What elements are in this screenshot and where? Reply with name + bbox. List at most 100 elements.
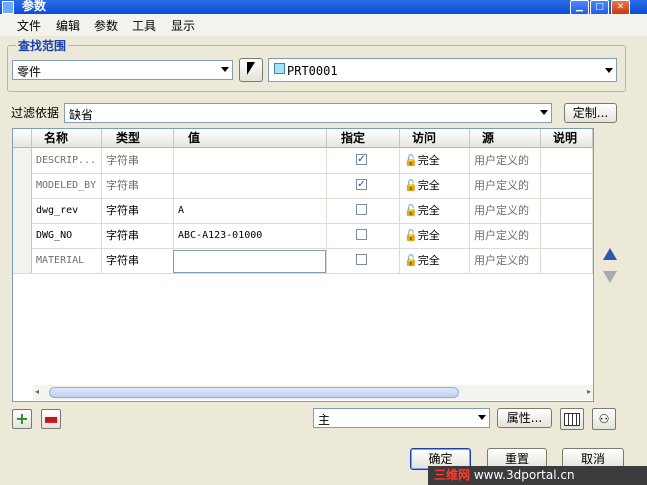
- move-up-icon[interactable]: [603, 248, 617, 260]
- row-selector[interactable]: [13, 148, 32, 173]
- search-button[interactable]: ⚇: [592, 408, 616, 430]
- horizontal-scrollbar[interactable]: ◂ ▸: [33, 385, 593, 400]
- minimize-button[interactable]: ▁: [570, 0, 589, 15]
- column-header-value[interactable]: 值: [174, 129, 327, 148]
- cell-source[interactable]: 用户定义的: [470, 248, 541, 273]
- cell-name[interactable]: MATERIAL: [32, 248, 102, 273]
- cell-desc[interactable]: [541, 198, 593, 223]
- scroll-right-icon[interactable]: ▸: [587, 387, 591, 396]
- cell-source[interactable]: 用户定义的: [470, 148, 541, 173]
- table-view-button[interactable]: [560, 408, 584, 430]
- cell-designated[interactable]: [327, 198, 400, 223]
- cell-name[interactable]: DESCRIP...: [32, 148, 102, 173]
- watermark-url: www.3dportal.cn: [473, 468, 575, 482]
- lock-icon: 🔓: [404, 179, 418, 192]
- app-icon: [2, 1, 14, 14]
- select-object-button[interactable]: [239, 58, 263, 82]
- table-row[interactable]: DESCRIP... 字符串 ✓ 🔓完全 用户定义的: [13, 148, 593, 174]
- cell-designated[interactable]: [327, 248, 400, 273]
- menu-bar: 文件 编辑 参数 工具 显示: [0, 14, 647, 36]
- cell-designated[interactable]: [327, 223, 400, 248]
- add-parameter-button[interactable]: +: [12, 409, 32, 429]
- filter-combo[interactable]: 缺省: [64, 103, 552, 123]
- pointer-icon: [247, 62, 255, 75]
- designate-checkbox[interactable]: ✓: [356, 179, 367, 190]
- chevron-down-icon: [605, 68, 613, 73]
- cell-desc[interactable]: [541, 148, 593, 173]
- row-selector[interactable]: [13, 248, 32, 273]
- cell-type[interactable]: 字符串: [102, 173, 174, 198]
- chevron-down-icon: [221, 67, 229, 72]
- move-down-icon[interactable]: [603, 271, 617, 283]
- scrollbar-thumb[interactable]: [49, 387, 459, 398]
- remove-parameter-button[interactable]: ▬: [41, 409, 61, 429]
- designate-checkbox[interactable]: [356, 229, 367, 240]
- table-row[interactable]: MODELED_BY 字符串 ✓ 🔓完全 用户定义的: [13, 173, 593, 199]
- scope-type-combo[interactable]: 零件: [12, 60, 233, 80]
- cell-value[interactable]: [174, 148, 327, 173]
- designate-checkbox[interactable]: ✓: [356, 154, 367, 165]
- cell-source[interactable]: 用户定义的: [470, 198, 541, 223]
- column-header-designate[interactable]: 指定: [327, 129, 400, 148]
- column-header-name[interactable]: 名称: [32, 129, 102, 148]
- row-selector[interactable]: [13, 198, 32, 223]
- cell-value[interactable]: [174, 173, 327, 198]
- scope-object-combo[interactable]: PRT0001: [268, 58, 617, 82]
- value-edit-field[interactable]: [173, 250, 326, 273]
- column-header-description[interactable]: 说明: [541, 129, 593, 148]
- column-header-access[interactable]: 访问: [400, 129, 470, 148]
- table-row[interactable]: dwg_rev 字符串 A 🔓完全 用户定义的: [13, 198, 593, 224]
- lock-icon: 🔓: [404, 154, 418, 167]
- main-combo[interactable]: 主: [313, 408, 490, 428]
- row-selector[interactable]: [13, 173, 32, 198]
- menu-file[interactable]: 文件: [17, 17, 41, 34]
- cell-name[interactable]: MODELED_BY: [32, 173, 102, 198]
- menu-edit[interactable]: 编辑: [56, 17, 80, 34]
- close-button[interactable]: ✕: [611, 0, 630, 15]
- plus-icon: +: [15, 409, 29, 428]
- lock-icon: 🔓: [404, 204, 418, 217]
- cell-designated[interactable]: ✓: [327, 148, 400, 173]
- cell-access[interactable]: 🔓完全: [400, 248, 470, 273]
- cell-value[interactable]: A: [174, 198, 327, 223]
- scope-group-label: 查找范围: [16, 37, 69, 54]
- menu-display[interactable]: 显示: [171, 17, 195, 34]
- minus-icon: ▬: [43, 409, 59, 428]
- cell-name[interactable]: dwg_rev: [32, 198, 102, 223]
- cell-desc[interactable]: [541, 223, 593, 248]
- cell-access[interactable]: 🔓完全: [400, 148, 470, 173]
- cell-type[interactable]: 字符串: [102, 198, 174, 223]
- cell-source[interactable]: 用户定义的: [470, 223, 541, 248]
- lock-icon: 🔓: [404, 229, 418, 242]
- cell-access[interactable]: 🔓完全: [400, 198, 470, 223]
- cell-desc[interactable]: [541, 248, 593, 273]
- column-header-source[interactable]: 源: [470, 129, 541, 148]
- menu-parameters[interactable]: 参数: [94, 17, 118, 34]
- main-value: 主: [318, 413, 331, 427]
- column-header-type[interactable]: 类型: [102, 129, 174, 148]
- menu-tools[interactable]: 工具: [132, 17, 156, 34]
- row-selector[interactable]: [13, 223, 32, 248]
- table-row[interactable]: DWG_NO 字符串 ABC-A123-01000 🔓完全 用户定义的: [13, 223, 593, 249]
- cell-desc[interactable]: [541, 173, 593, 198]
- cell-designated[interactable]: ✓: [327, 173, 400, 198]
- cell-access[interactable]: 🔓完全: [400, 223, 470, 248]
- properties-button[interactable]: 属性...: [497, 408, 552, 428]
- cell-type[interactable]: 字符串: [102, 248, 174, 273]
- cell-value[interactable]: ABC-A123-01000: [174, 223, 327, 248]
- maximize-button[interactable]: □: [590, 0, 609, 15]
- designate-checkbox[interactable]: [356, 254, 367, 265]
- customize-button[interactable]: 定制...: [564, 103, 617, 123]
- access-label: 完全: [417, 204, 440, 217]
- scope-type-value: 零件: [17, 65, 42, 79]
- cell-access[interactable]: 🔓完全: [400, 173, 470, 198]
- cell-name[interactable]: DWG_NO: [32, 223, 102, 248]
- designate-checkbox[interactable]: [356, 204, 367, 215]
- access-label: 完全: [417, 254, 440, 267]
- title-bar: 参数 ▁ □ ✕: [0, 0, 647, 15]
- cell-type[interactable]: 字符串: [102, 148, 174, 173]
- cell-source[interactable]: 用户定义的: [470, 173, 541, 198]
- access-label: 完全: [417, 154, 440, 167]
- scroll-left-icon[interactable]: ◂: [35, 387, 39, 396]
- cell-type[interactable]: 字符串: [102, 223, 174, 248]
